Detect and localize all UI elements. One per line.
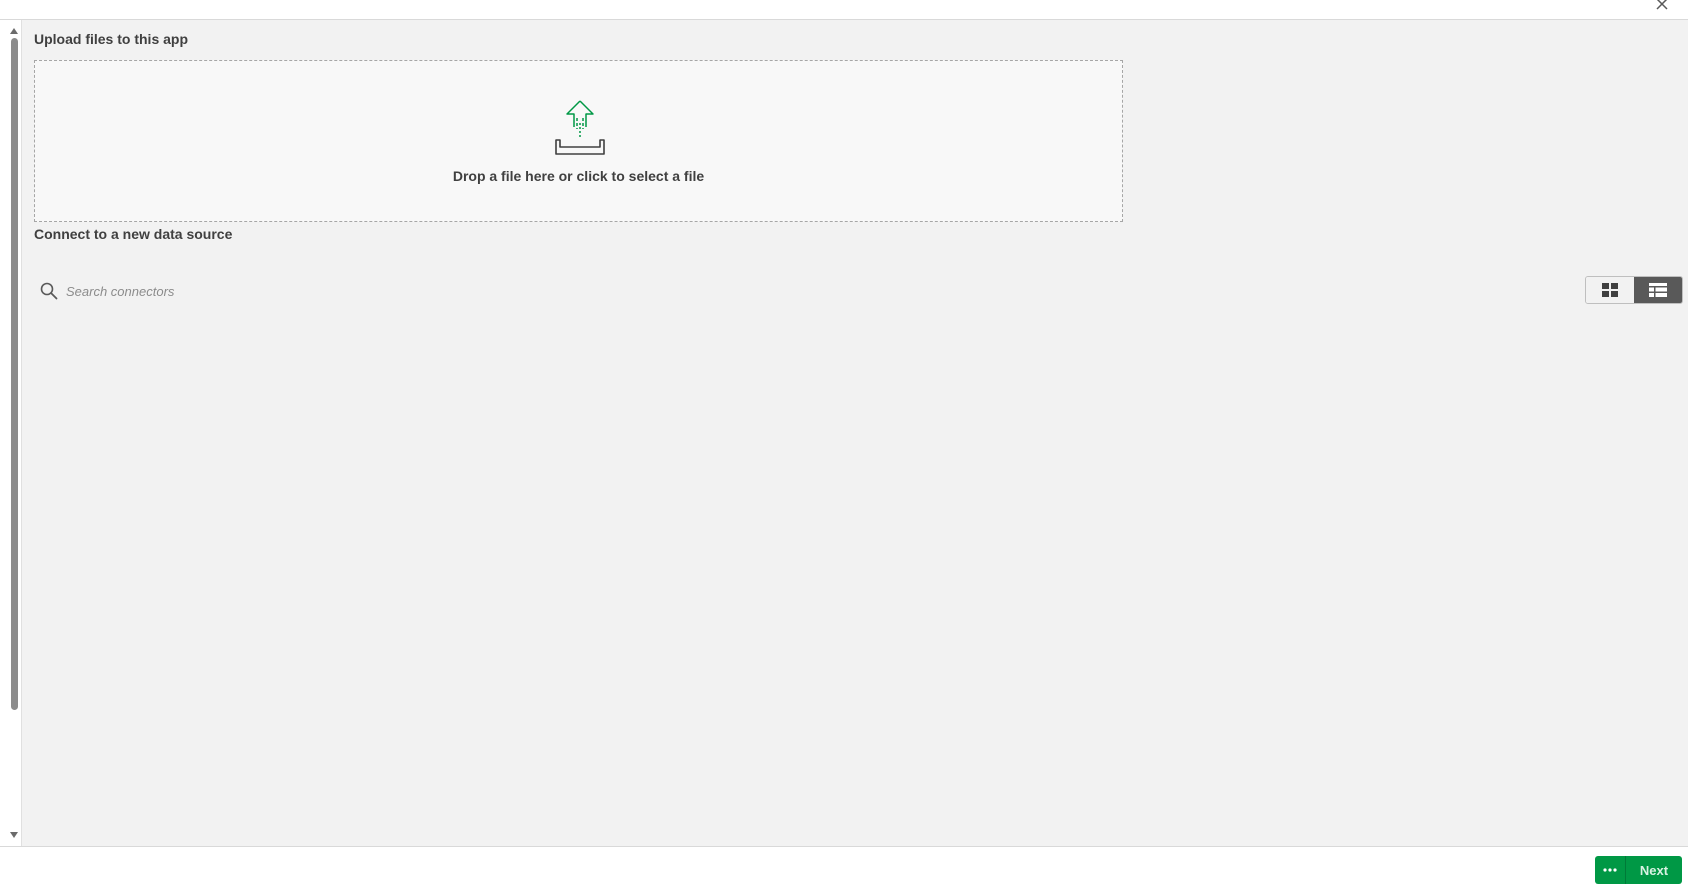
search-icon (40, 282, 58, 300)
main-panel: Upload files to this app Drop a file her… (22, 20, 1688, 846)
close-icon (1656, 0, 1668, 10)
grid-view-icon (1602, 283, 1618, 297)
next-button[interactable]: Next (1626, 856, 1682, 884)
close-button[interactable] (1652, 0, 1672, 14)
scroll-down-arrow[interactable] (10, 832, 18, 838)
next-button-group: Next (1595, 856, 1682, 884)
list-view-icon (1649, 283, 1667, 297)
scroll-up-arrow[interactable] (10, 28, 18, 34)
more-options-button[interactable] (1595, 856, 1626, 884)
dropzone-label: Drop a file here or click to select a fi… (452, 168, 705, 184)
connect-section-title: Connect to a new data source (34, 226, 233, 242)
file-dropzone[interactable]: Drop a file here or click to select a fi… (34, 60, 1123, 222)
top-bar (0, 0, 1688, 20)
more-dots-icon (1603, 868, 1617, 872)
footer-bar: Next (0, 846, 1688, 886)
search-input[interactable] (66, 278, 626, 304)
list-view-button[interactable] (1634, 277, 1682, 303)
view-toggle (1585, 276, 1683, 304)
upload-icon (555, 100, 605, 155)
scroll-thumb[interactable] (11, 38, 18, 710)
upload-section-title: Upload files to this app (34, 31, 189, 47)
connector-search (34, 278, 634, 304)
vertical-scrollbar[interactable] (0, 20, 22, 846)
grid-view-button[interactable] (1586, 277, 1634, 303)
